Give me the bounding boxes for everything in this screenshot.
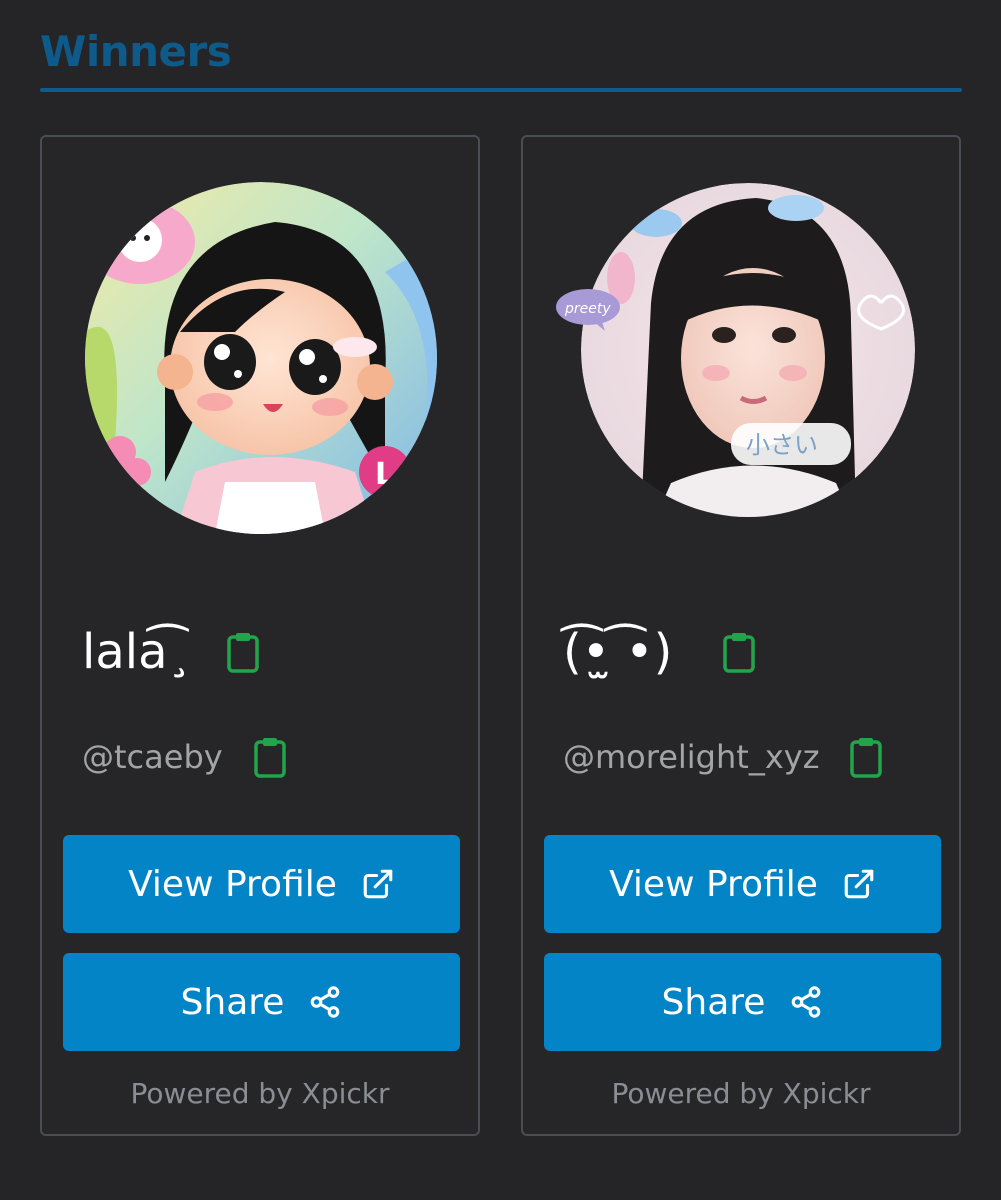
handle-row: @tcaeby [82, 732, 287, 782]
copy-handle-icon[interactable] [253, 736, 287, 778]
section-title: Winners [40, 27, 232, 76]
winners-page: Winners L lala͡¸ @tcaeby View Profile Sh… [0, 0, 1001, 1200]
copy-handle-icon[interactable] [849, 736, 883, 778]
view-profile-label: View Profile [609, 863, 818, 905]
winner-card-2: 小さい preety (͡•̫ ͡•) @morelight_xyz View … [521, 135, 961, 1136]
share-button[interactable]: Share [544, 953, 941, 1051]
svg-text:小さい: 小さい [746, 431, 818, 459]
share-label: Share [180, 981, 285, 1023]
view-profile-label: View Profile [128, 863, 337, 905]
preety-sticker-icon: preety [556, 289, 620, 331]
powered-by-text: Powered by Xpickr [130, 1077, 390, 1110]
photo-girl-avatar-icon: 小さい [581, 183, 915, 517]
section-header: Winners [40, 22, 962, 92]
copy-display-name-icon[interactable] [226, 631, 260, 673]
external-link-icon [844, 869, 874, 899]
display-name: lala͡¸ [82, 624, 192, 680]
cartoon-girl-avatar-icon: L [85, 182, 437, 534]
external-link-icon [363, 869, 393, 899]
share-icon [792, 986, 821, 1018]
svg-text:preety: preety [564, 301, 611, 317]
copy-display-name-icon[interactable] [722, 631, 756, 673]
powered-by-text: Powered by Xpickr [611, 1077, 871, 1110]
section-divider [40, 88, 962, 92]
username-handle: @morelight_xyz [563, 738, 820, 776]
share-button[interactable]: Share [63, 953, 460, 1051]
display-name: (͡•̫ ͡•) [563, 624, 673, 680]
handle-row: @morelight_xyz [563, 732, 883, 782]
svg-text:L: L [375, 457, 394, 492]
display-name-row: lala͡¸ [82, 612, 260, 692]
display-name-row: (͡•̫ ͡•) [563, 612, 756, 692]
view-profile-button[interactable]: View Profile [63, 835, 460, 933]
share-icon [311, 986, 340, 1018]
share-label: Share [661, 981, 766, 1023]
view-profile-button[interactable]: View Profile [544, 835, 941, 933]
winner-card-1: L lala͡¸ @tcaeby View Profile Share Powe… [40, 135, 480, 1136]
username-handle: @tcaeby [82, 738, 223, 776]
